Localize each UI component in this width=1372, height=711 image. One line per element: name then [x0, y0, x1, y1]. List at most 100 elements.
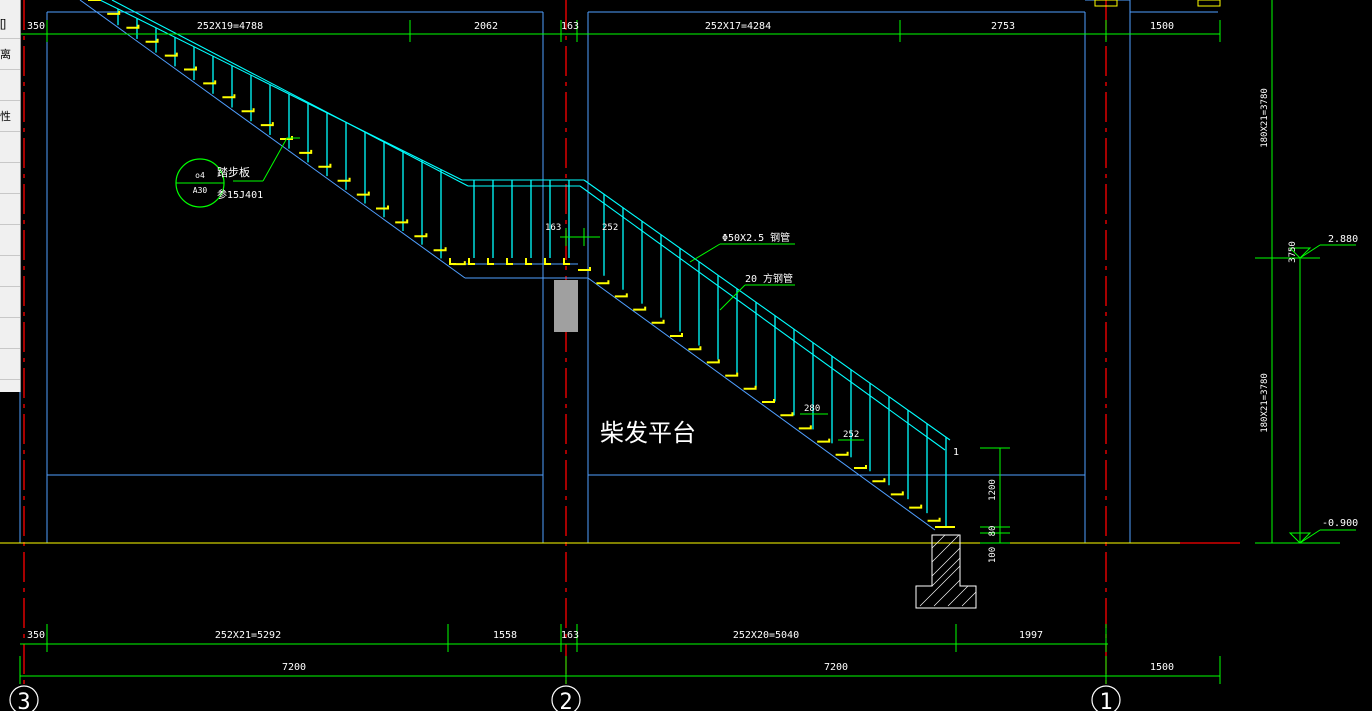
tread	[743, 385, 757, 390]
dimension-lines	[19, 0, 1356, 684]
rail-dim-100: 100	[988, 547, 998, 563]
vert-dim-lower: 180X21=3780	[1260, 373, 1270, 433]
stair-footing	[915, 534, 977, 609]
side-panel-item[interactable]	[0, 320, 20, 349]
platform-label: 柴发平台	[600, 419, 696, 447]
tread	[449, 258, 456, 265]
tread	[433, 247, 447, 252]
tread	[633, 306, 647, 311]
end-mark: 1	[953, 447, 959, 458]
level-lower-label: -0.900	[1322, 518, 1358, 529]
cad-drawing-canvas[interactable]: o4 A30 3 2 1 350 252X19=4788 2062 163 25…	[0, 0, 1372, 711]
vert-dim-mid: 3750	[1288, 241, 1298, 263]
wall-outlines	[19, 0, 1218, 543]
side-panel-item[interactable]: []	[0, 10, 20, 39]
tread	[241, 108, 255, 113]
tread	[780, 412, 794, 417]
dim-top-163: 163	[561, 21, 579, 32]
tread	[525, 258, 532, 265]
side-panel-item[interactable]: 性	[0, 103, 20, 132]
tread	[596, 280, 610, 285]
tread	[414, 233, 428, 238]
axis-label-2: 2	[559, 690, 572, 711]
dim-top-2062: 2062	[474, 21, 498, 32]
marker-top-right-b	[1197, 0, 1221, 7]
tread	[651, 319, 665, 324]
tread	[670, 333, 683, 337]
steel-pipe-label: Φ50X2.5 钢管	[722, 231, 790, 244]
tread	[872, 478, 886, 483]
dim-bottom-steps-1: 252X21=5292	[215, 630, 281, 641]
tread	[927, 517, 941, 522]
side-panel-item[interactable]	[0, 227, 20, 256]
side-panel-item[interactable]	[0, 134, 20, 163]
tread	[395, 219, 409, 224]
dim-bottom-163: 163	[561, 630, 579, 641]
dim-bottom-1997: 1997	[1019, 630, 1043, 641]
rail-height-1200: 1200	[988, 479, 998, 501]
tread	[506, 258, 513, 265]
tread	[725, 372, 739, 377]
properties-side-panel[interactable]: [] 离性	[0, 0, 21, 392]
tread	[356, 191, 370, 196]
level-upper-label: 2.880	[1328, 234, 1358, 245]
axis-label-3: 3	[17, 690, 30, 711]
tread	[487, 258, 494, 265]
dim-top-350: 350	[27, 21, 45, 32]
side-panel-item[interactable]	[0, 196, 20, 225]
tread	[337, 177, 351, 182]
dim-span-2: 7200	[824, 662, 848, 673]
vertical-dimension-texts: 1200 80 100 180X21=3780 180X21=3780 3750	[988, 88, 1298, 563]
rail-dim-80: 80	[988, 526, 998, 537]
tread	[376, 205, 389, 210]
tread	[544, 258, 551, 265]
tread	[762, 399, 775, 403]
tread	[798, 425, 812, 430]
side-panel-item[interactable]	[0, 165, 20, 194]
tread	[260, 122, 274, 127]
bottom-dimension-texts: 350 252X21=5292 1558 163 252X20=5040 199…	[27, 630, 1174, 673]
handrail	[99, 0, 951, 451]
tread	[688, 346, 702, 351]
tread-ref-label: 参15J401	[217, 188, 263, 201]
dim-top-steps-2: 252X17=4284	[705, 21, 771, 32]
vert-dim-upper: 180X21=3780	[1260, 88, 1270, 148]
dim-bottom-1558: 1558	[493, 630, 517, 641]
tread	[468, 258, 475, 265]
dim-top-1500: 1500	[1150, 21, 1174, 32]
square-pipe-label: 20 方钢管	[745, 272, 793, 285]
dim-bottom-350: 350	[27, 630, 45, 641]
tread	[318, 163, 332, 168]
tread	[890, 491, 904, 496]
top-dimension-texts: 350 252X19=4788 2062 163 252X17=4284 275…	[27, 21, 1174, 32]
tread-dim-280: 280	[804, 404, 820, 414]
landing-dim-163: 163	[545, 223, 561, 233]
detail-callout-top: o4	[195, 171, 205, 180]
tread	[817, 438, 831, 443]
dim-span-3: 1500	[1150, 662, 1174, 673]
tread	[909, 504, 923, 509]
tread	[299, 149, 313, 154]
landing-dim-252: 252	[602, 223, 618, 233]
dim-top-steps-1: 252X19=4788	[197, 21, 263, 32]
tread-name-label: 踏步板	[217, 165, 250, 179]
dim-top-2753: 2753	[991, 21, 1015, 32]
tread	[854, 465, 867, 469]
tread-dim-252: 252	[843, 430, 859, 440]
tread	[706, 359, 720, 364]
railing-balusters	[117, 8, 947, 528]
side-panel-item[interactable]	[0, 258, 20, 287]
footing-hatch	[919, 534, 977, 607]
axis-lines	[23, 0, 1107, 690]
axis-label-1: 1	[1099, 690, 1112, 711]
tread	[614, 293, 628, 298]
side-panel-item[interactable]	[0, 289, 20, 318]
dim-span-1: 7200	[282, 662, 306, 673]
side-panel-item[interactable]	[0, 72, 20, 101]
detail-callout-bottom: A30	[193, 186, 208, 195]
dim-bottom-steps-2: 252X20=5040	[733, 630, 799, 641]
tread	[835, 451, 849, 456]
side-panel-item[interactable]	[0, 351, 20, 380]
tread	[563, 258, 570, 265]
side-panel-item[interactable]: 离	[0, 41, 20, 70]
